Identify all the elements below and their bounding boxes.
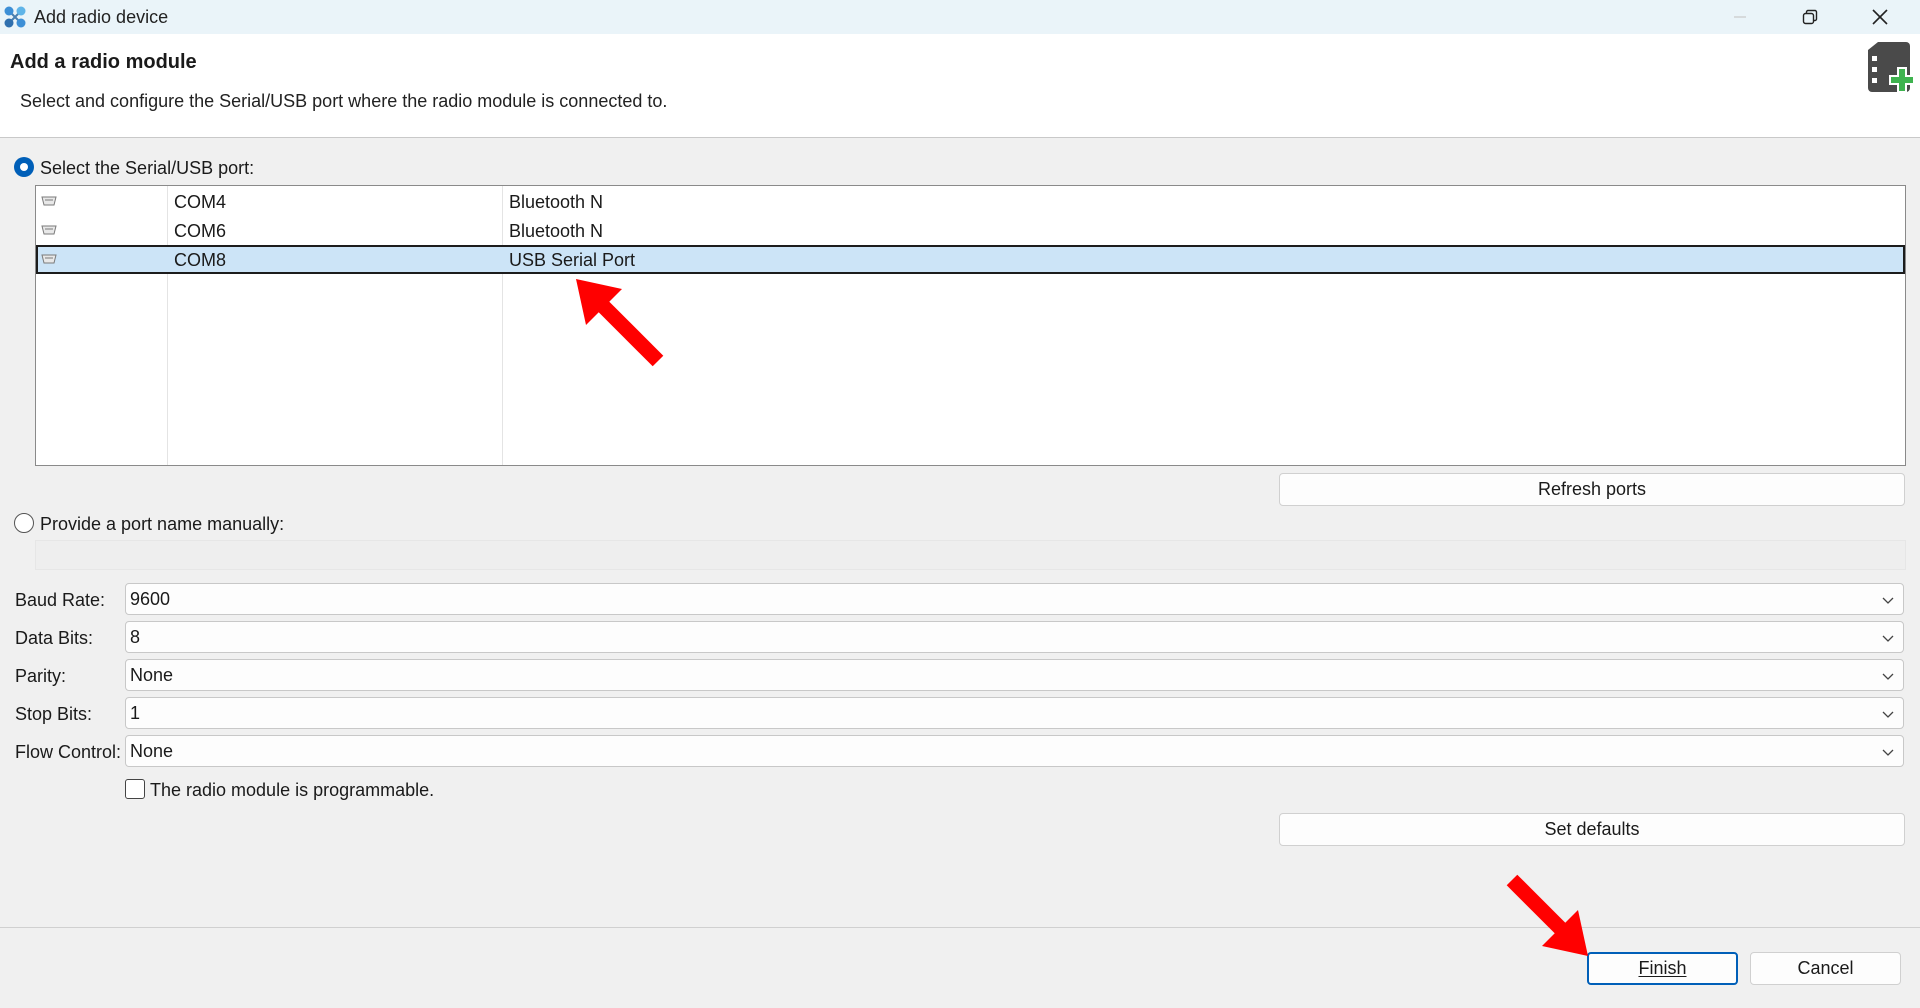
flow-control-select[interactable]: None <box>125 735 1904 767</box>
set-defaults-button[interactable]: Set defaults <box>1279 813 1905 846</box>
flow-control-value: None <box>130 741 174 761</box>
close-button[interactable] <box>1845 0 1915 34</box>
data-bits-select[interactable]: 8 <box>125 621 1904 653</box>
port-description: USB Serial Port <box>509 250 636 270</box>
parity-select[interactable]: None <box>125 659 1904 691</box>
stop-bits-value: 1 <box>130 703 141 723</box>
select-port-label: Select the Serial/USB port: <box>40 158 255 178</box>
finish-button[interactable]: Finish <box>1587 952 1738 985</box>
stop-bits-select[interactable]: 1 <box>125 697 1904 729</box>
footer-separator <box>0 927 1920 928</box>
chevron-down-icon <box>1882 711 1894 718</box>
minimize-icon <box>1734 16 1746 18</box>
data-bits-value: 8 <box>130 627 141 647</box>
radio-module-add-icon <box>1868 42 1915 93</box>
port-table[interactable]: COM4 Bluetooth N COM6 Bluetooth N COM8 U… <box>35 185 1906 466</box>
manual-port-radio[interactable] <box>14 513 34 533</box>
port-name: COM4 <box>174 192 227 212</box>
page-description: Select and configure the Serial/USB port… <box>20 91 668 111</box>
programmable-checkbox[interactable] <box>125 779 145 799</box>
finish-label: Finish <box>1638 958 1687 978</box>
close-icon <box>1872 9 1888 25</box>
table-row-selected[interactable]: COM8 USB Serial Port <box>36 245 1905 274</box>
table-row[interactable]: COM6 Bluetooth N <box>36 216 1905 245</box>
annotation-arrow-icon <box>576 279 664 367</box>
port-description: Bluetooth N <box>509 221 604 241</box>
manual-port-input[interactable] <box>35 540 1906 570</box>
header-panel <box>0 34 1920 138</box>
refresh-ports-button[interactable]: Refresh ports <box>1279 473 1905 506</box>
serial-port-icon <box>41 225 57 235</box>
restore-button[interactable] <box>1775 0 1845 34</box>
select-port-radio[interactable] <box>14 157 34 177</box>
page-title: Add a radio module <box>10 51 197 73</box>
serial-port-icon <box>41 254 57 264</box>
chevron-down-icon <box>1882 673 1894 680</box>
annotation-arrow-icon <box>1506 874 1588 956</box>
chevron-down-icon <box>1882 749 1894 756</box>
programmable-label: The radio module is programmable. <box>150 780 435 800</box>
baud-rate-select[interactable]: 9600 <box>125 583 1904 615</box>
chevron-down-icon <box>1882 635 1894 642</box>
minimize-button[interactable] <box>1705 0 1775 34</box>
network-nodes-icon <box>4 6 26 28</box>
flow-control-label: Flow Control: <box>15 742 122 762</box>
chevron-down-icon <box>1882 597 1894 604</box>
stop-bits-label: Stop Bits: <box>15 704 93 724</box>
port-description: Bluetooth N <box>509 192 604 212</box>
restore-icon <box>1802 9 1818 25</box>
port-name: COM6 <box>174 221 227 241</box>
serial-port-icon <box>41 196 57 206</box>
table-row[interactable]: COM4 Bluetooth N <box>36 187 1905 216</box>
parity-label: Parity: <box>15 666 67 686</box>
manual-port-label: Provide a port name manually: <box>40 514 285 534</box>
title-bar <box>0 0 1920 34</box>
data-bits-label: Data Bits: <box>15 628 94 648</box>
parity-value: None <box>130 665 174 685</box>
cancel-button[interactable]: Cancel <box>1750 952 1901 985</box>
baud-rate-label: Baud Rate: <box>15 590 106 610</box>
port-name: COM8 <box>174 250 227 270</box>
window-title: Add radio device <box>34 7 169 27</box>
baud-rate-value: 9600 <box>130 589 171 609</box>
